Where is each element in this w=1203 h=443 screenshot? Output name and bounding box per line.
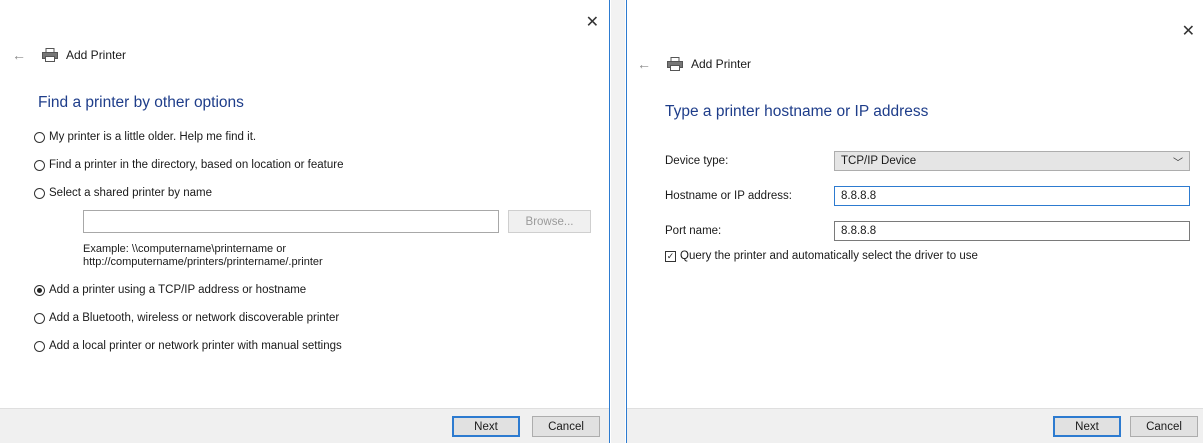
radio-label: Add a local printer or network printer w… <box>49 340 342 352</box>
page-heading: Type a printer hostname or IP address <box>665 103 929 120</box>
radio-button[interactable] <box>34 131 45 143</box>
example-line-1: Example: \\computername\printername or <box>83 243 286 255</box>
device-type-select[interactable]: TCP/IP Device ﹀ <box>834 151 1190 171</box>
hostname-label: Hostname or IP address: <box>665 190 792 202</box>
query-printer-option[interactable]: ✓ Query the printer and automatically se… <box>665 250 978 262</box>
back-arrow-icon[interactable]: ← <box>12 47 28 63</box>
radio-label: Add a Bluetooth, wireless or network dis… <box>49 312 340 324</box>
port-name-label: Port name: <box>665 225 722 237</box>
cancel-button[interactable]: Cancel <box>532 416 600 437</box>
radio-button[interactable] <box>34 312 45 324</box>
query-printer-checkbox[interactable]: ✓ <box>665 250 676 262</box>
close-icon[interactable]: ✕ <box>1182 24 1195 40</box>
dialog-title: Add Printer <box>691 57 752 71</box>
browse-button[interactable]: Browse... <box>508 210 591 233</box>
dialog-titlebar: ← Add Printer <box>637 56 751 72</box>
next-button[interactable]: Next <box>1053 416 1121 437</box>
radio-local-printer[interactable]: Add a local printer or network printer w… <box>34 340 342 352</box>
radio-label: Add a printer using a TCP/IP address or … <box>49 284 307 296</box>
printer-icon <box>667 57 683 71</box>
background-gap <box>611 0 625 443</box>
next-button[interactable]: Next <box>452 416 520 437</box>
radio-tcpip-printer[interactable]: Add a printer using a TCP/IP address or … <box>34 284 306 296</box>
radio-label: My printer is a little older. Help me fi… <box>49 131 257 143</box>
cancel-button[interactable]: Cancel <box>1130 416 1198 437</box>
radio-label: Select a shared printer by name <box>49 187 213 199</box>
printer-icon <box>42 48 58 62</box>
shared-printer-name-input[interactable] <box>83 210 499 233</box>
radio-label: Find a printer in the directory, based o… <box>49 159 344 171</box>
radio-button[interactable] <box>34 159 45 171</box>
example-text: Example: \\computername\printername or h… <box>83 243 323 269</box>
device-type-value: TCP/IP Device <box>841 155 917 167</box>
dialog-titlebar: ← Add Printer <box>12 47 126 63</box>
chevron-down-icon: ﹀ <box>1173 158 1183 169</box>
radio-button[interactable] <box>34 187 45 199</box>
page-heading: Find a printer by other options <box>38 94 244 111</box>
back-arrow-icon[interactable]: ← <box>637 56 653 72</box>
dialog-footer: Next Cancel <box>0 408 609 443</box>
radio-bluetooth-printer[interactable]: Add a Bluetooth, wireless or network dis… <box>34 312 339 324</box>
example-line-2: http://computername/printers/printername… <box>83 256 323 268</box>
hostname-input[interactable]: 8.8.8.8 <box>834 186 1190 206</box>
port-name-input[interactable]: 8.8.8.8 <box>834 221 1190 241</box>
close-icon[interactable]: ✕ <box>586 15 599 31</box>
dialog-footer: Next Cancel <box>627 408 1203 443</box>
add-printer-dialog-hostname: ✕ ← Add Printer Type a printer hostname … <box>626 0 1203 443</box>
dialog-title: Add Printer <box>66 48 127 62</box>
radio-button-selected[interactable] <box>34 284 45 296</box>
radio-shared-printer[interactable]: Select a shared printer by name <box>34 187 212 199</box>
query-printer-label: Query the printer and automatically sele… <box>680 250 978 262</box>
radio-find-in-directory[interactable]: Find a printer in the directory, based o… <box>34 159 343 171</box>
device-type-label: Device type: <box>665 155 729 167</box>
radio-button[interactable] <box>34 340 45 352</box>
add-printer-dialog-options: ✕ ← Add Printer Find a printer by other … <box>0 0 610 443</box>
radio-older-printer[interactable]: My printer is a little older. Help me fi… <box>34 131 256 143</box>
